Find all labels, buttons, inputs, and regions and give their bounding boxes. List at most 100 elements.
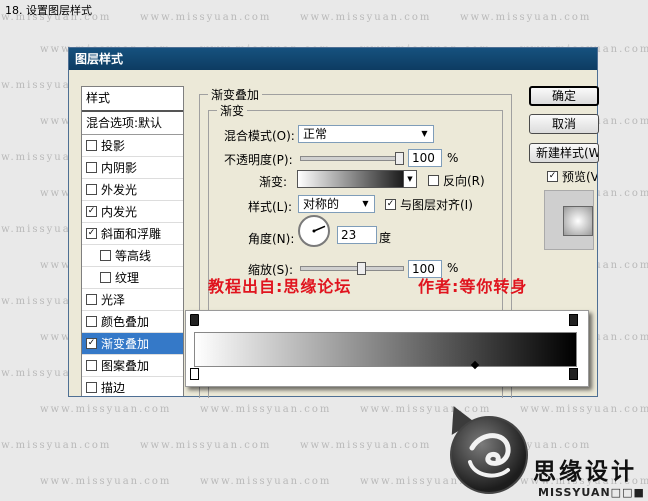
- blend-mode-select[interactable]: 正常 ▼: [298, 125, 434, 143]
- watermark-text: www.missyuan.com: [200, 476, 332, 487]
- align-with-layer-checkbox[interactable]: ✓: [385, 199, 396, 210]
- watermark-text: www.missyuan.com: [0, 440, 112, 451]
- opacity-slider-thumb[interactable]: [395, 152, 404, 165]
- watermark-text: www.missyuan.com: [300, 440, 432, 451]
- blend-mode-label: 混合模式(O):: [224, 129, 295, 143]
- layer-style-label: 等高线: [115, 248, 152, 263]
- reverse-label: 反向(R): [443, 174, 485, 188]
- layer-style-item[interactable]: 颜色叠加: [82, 311, 183, 333]
- layer-style-label: 内发光: [101, 204, 138, 219]
- scale-slider-thumb[interactable]: [357, 262, 366, 275]
- preview-checkbox[interactable]: ✓: [547, 171, 558, 182]
- section-title: 渐变叠加: [208, 86, 263, 103]
- layer-style-checkbox[interactable]: [86, 316, 97, 327]
- reverse-checkbox[interactable]: [428, 175, 439, 186]
- layer-style-item[interactable]: 光泽: [82, 289, 183, 311]
- layer-style-list: 投影内阴影外发光 ✓ 内发光 ✓ 斜面和浮雕等高线纹理光泽颜色叠加 ✓ 渐变叠加图案叠加描边: [82, 135, 183, 396]
- layer-style-checkbox[interactable]: [86, 140, 97, 151]
- angle-input[interactable]: 23: [337, 226, 377, 244]
- color-stop-right[interactable]: [569, 368, 578, 380]
- layer-style-checkbox[interactable]: [86, 360, 97, 371]
- gradient-swatch[interactable]: ▼: [297, 170, 417, 188]
- styles-list-panel: 样式 混合选项:默认 投影内阴影外发光 ✓ 内发光 ✓ 斜面和浮雕等高线纹理光泽颜色叠加…: [81, 86, 184, 396]
- angle-dial-needle: [312, 225, 326, 233]
- style-label: 样式(L):: [248, 200, 293, 214]
- watermark-text: www.missyuan.com: [40, 404, 172, 415]
- missyuan-logo: 思缘设计 MISSYUAN□□■: [439, 401, 648, 501]
- logo-chinese-text: 思缘设计: [533, 459, 637, 485]
- layer-style-item[interactable]: 图案叠加: [82, 355, 183, 377]
- align-with-layer-option[interactable]: ✓ 与图层对齐(I): [385, 196, 473, 213]
- gradient-preview-bar[interactable]: [194, 332, 577, 367]
- credit-author: 作者:等你转身: [418, 277, 528, 296]
- watermark-text: www.missyuan.com: [200, 404, 332, 415]
- reverse-option[interactable]: 反向(R): [428, 172, 485, 189]
- ok-button[interactable]: 确定: [529, 86, 599, 106]
- blending-options-item[interactable]: 混合选项:默认: [82, 112, 183, 135]
- logo-english-text: MISSYUAN□□■: [538, 486, 645, 499]
- preview-option[interactable]: ✓ 预览(V): [547, 168, 597, 185]
- watermark-text: www.missyuan.com: [140, 12, 272, 23]
- layer-style-checkbox[interactable]: [86, 184, 97, 195]
- credit-source: 教程出自:思缘论坛: [208, 277, 352, 296]
- layer-style-item[interactable]: 描边: [82, 377, 183, 396]
- styles-header[interactable]: 样式: [82, 87, 183, 112]
- layer-style-label: 颜色叠加: [101, 314, 150, 329]
- angle-unit: 度: [379, 231, 392, 245]
- style-select[interactable]: 对称的 ▼: [298, 195, 375, 213]
- watermark-text: www.missyuan.com: [40, 476, 172, 487]
- layer-style-checkbox[interactable]: [100, 272, 111, 283]
- style-value: 对称的: [303, 197, 340, 211]
- layer-style-item[interactable]: 投影: [82, 135, 183, 157]
- chevron-down-icon[interactable]: ▼: [403, 171, 416, 187]
- preview-thumbnail: [563, 206, 593, 236]
- cancel-button[interactable]: 取消: [529, 114, 599, 134]
- watermark-text: www.missyuan.com: [300, 12, 432, 23]
- align-with-layer-label: 与图层对齐(I): [400, 198, 473, 212]
- layer-style-label: 外发光: [101, 182, 138, 197]
- layer-style-checkbox[interactable]: [86, 162, 97, 173]
- layer-style-item[interactable]: ✓ 内发光: [82, 201, 183, 223]
- layer-style-label: 纹理: [115, 270, 140, 285]
- layer-style-item[interactable]: ✓ 斜面和浮雕: [82, 223, 183, 245]
- layer-style-label: 描边: [101, 380, 126, 395]
- layer-style-label: 图案叠加: [101, 358, 150, 373]
- style-preview: [544, 190, 594, 250]
- layer-style-checkbox[interactable]: [86, 294, 97, 305]
- opacity-unit: %: [447, 151, 459, 165]
- layer-style-label: 斜面和浮雕: [101, 226, 162, 241]
- layer-style-item[interactable]: 纹理: [82, 267, 183, 289]
- angle-dial[interactable]: [298, 215, 330, 247]
- layer-style-label: 光泽: [101, 292, 126, 307]
- opacity-stop-left[interactable]: [190, 314, 199, 326]
- layer-style-checkbox[interactable]: ✓: [86, 338, 97, 349]
- layer-style-label: 渐变叠加: [101, 336, 150, 351]
- layer-style-checkbox[interactable]: [100, 250, 111, 261]
- layer-style-checkbox[interactable]: ✓: [86, 206, 97, 217]
- logo-swirl-icon: [450, 416, 528, 494]
- layer-style-checkbox[interactable]: [86, 382, 97, 393]
- logo-swirl-graphic: [468, 433, 511, 478]
- opacity-input[interactable]: 100: [408, 149, 442, 167]
- layer-style-item[interactable]: 外发光: [82, 179, 183, 201]
- scale-slider[interactable]: [300, 262, 404, 275]
- opacity-slider[interactable]: [300, 152, 404, 165]
- color-stop-left[interactable]: [190, 368, 199, 380]
- layer-style-label: 内阴影: [101, 160, 138, 175]
- watermark-text: www.missyuan.com: [140, 440, 272, 451]
- layer-style-item[interactable]: ✓ 渐变叠加: [82, 333, 183, 355]
- layer-style-item[interactable]: 内阴影: [82, 157, 183, 179]
- angle-label: 角度(N):: [248, 232, 295, 246]
- blend-mode-value: 正常: [303, 127, 328, 141]
- chevron-down-icon: ▼: [362, 199, 369, 208]
- step-title: 18. 设置图层样式: [5, 4, 92, 17]
- gradient-editor-bar: [185, 310, 589, 387]
- subsection-title: 渐变: [217, 102, 248, 119]
- layer-style-checkbox[interactable]: ✓: [86, 228, 97, 239]
- opacity-label: 不透明度(P):: [224, 153, 293, 167]
- dialog-title: 图层样式: [69, 48, 597, 70]
- new-style-button[interactable]: 新建样式(W)...: [529, 143, 599, 163]
- opacity-stop-right[interactable]: [569, 314, 578, 326]
- layer-style-item[interactable]: 等高线: [82, 245, 183, 267]
- watermark-text: www.missyuan.com: [460, 12, 592, 23]
